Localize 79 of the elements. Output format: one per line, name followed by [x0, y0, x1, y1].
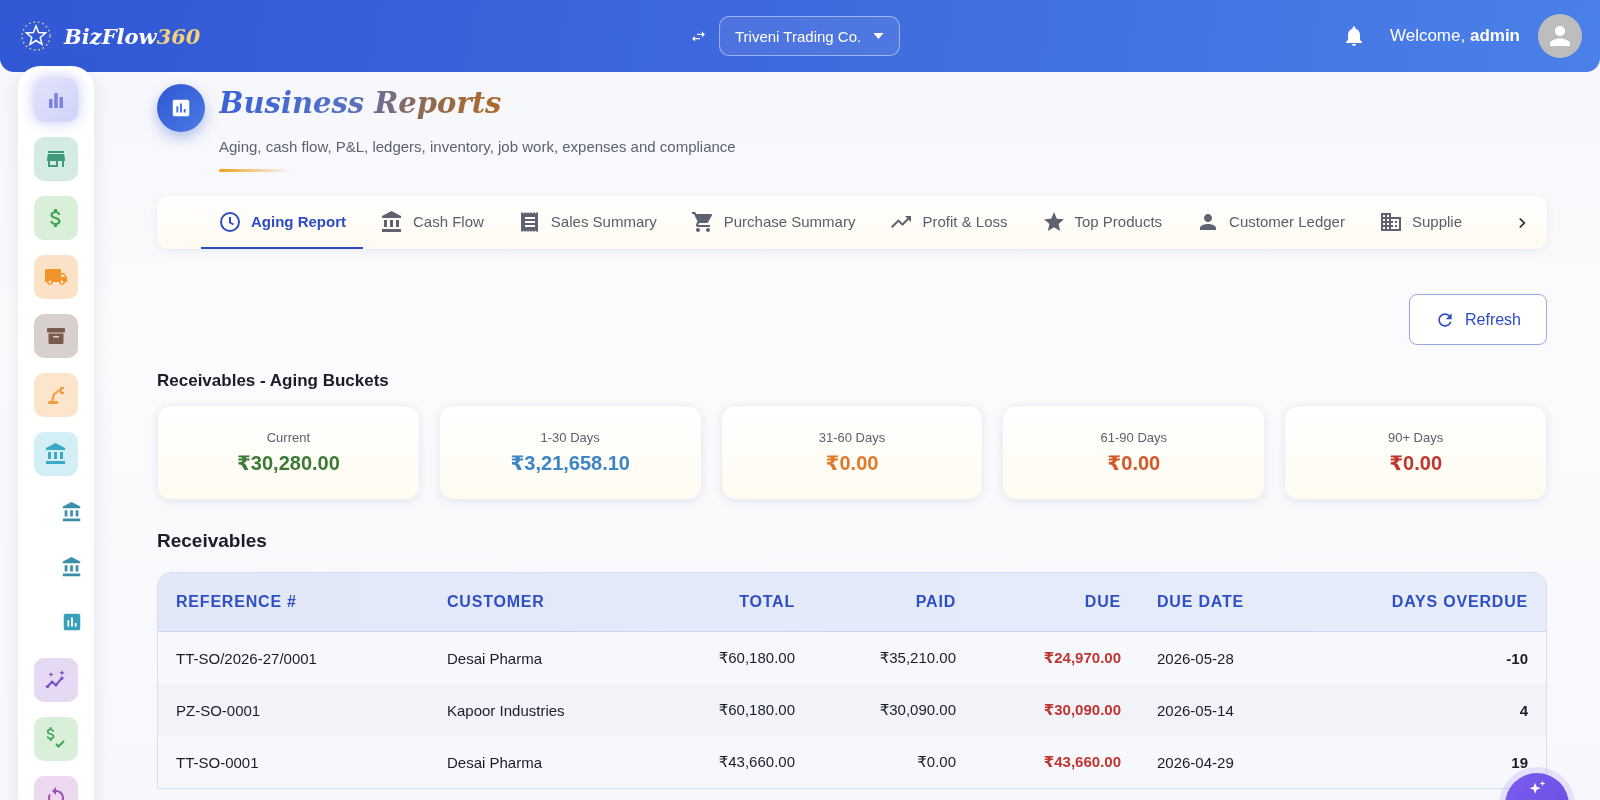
table-row[interactable]: PZ-SO-0001 Kapoor Industries ₹60,180.00 ₹30,090.00 ₹30,090.00 2026-05-14 4 — [158, 684, 1546, 736]
tab[interactable]: Purchase Summary — [673, 196, 873, 249]
column-header: REFERENCE # — [176, 593, 298, 611]
table-cell-text: ₹60,180.00 — [717, 649, 795, 667]
table-cell-text: -10 — [1505, 649, 1528, 667]
bank-icon — [380, 209, 404, 234]
table-cell-text: ₹35,210.00 — [878, 649, 956, 667]
table-cell-text: ₹30,090.00 — [1042, 701, 1121, 719]
table-cell-text: 2026-04-29 — [1156, 753, 1235, 771]
nav-item[interactable] — [61, 556, 83, 578]
table-cell-text: 2026-05-28 — [1156, 649, 1235, 667]
table-cell-text: 4 — [1518, 701, 1528, 719]
card-amount: ₹30,280.00 — [236, 451, 340, 475]
card-amount: ₹0.00 — [1107, 451, 1161, 475]
table-cell-text: ₹24,970.00 — [1042, 649, 1121, 667]
company-dropdown[interactable]: Triveni Trading Co. — [719, 16, 901, 56]
table-cell-text: TT-SO/2026-27/0001 — [176, 649, 318, 667]
table-cell-text: TT-SO-0001 — [176, 753, 260, 771]
nav-button[interactable] — [34, 314, 78, 358]
nav-button[interactable] — [34, 658, 78, 702]
cart-icon — [690, 209, 715, 234]
nav-button[interactable] — [34, 717, 78, 761]
card-amount: ₹0.00 — [825, 451, 879, 475]
dollar-check-icon — [44, 727, 68, 751]
nav-button[interactable] — [34, 78, 78, 122]
tab[interactable]: Top Products — [1024, 196, 1180, 249]
nav-button[interactable] — [34, 432, 78, 476]
user-avatar[interactable] — [1538, 14, 1582, 58]
refresh-button[interactable]: Refresh — [1409, 294, 1547, 345]
tab[interactable]: Aging Report — [201, 196, 363, 249]
tab[interactable]: Sales Summary — [500, 196, 674, 249]
tab[interactable]: Profit & Loss — [872, 196, 1025, 249]
nav-button[interactable] — [34, 137, 78, 181]
bank-icon — [44, 442, 68, 466]
card-label: 1-30 Days — [540, 430, 600, 445]
table-cell-text: PZ-SO-0001 — [176, 701, 262, 719]
table-cell-text: 19 — [1510, 753, 1528, 771]
table-cell-text: ₹43,660.00 — [717, 753, 795, 771]
column-header: DAYS OVERDUE — [1390, 593, 1528, 611]
table-cell-text: Desai Pharma — [447, 753, 544, 771]
table-cell-text: ₹30,090.00 — [878, 701, 956, 719]
card-label: 90+ Days — [1387, 430, 1444, 445]
table-cell-text: ₹43,660.00 — [1042, 753, 1121, 771]
bank-icon — [61, 501, 83, 523]
welcome-text: Welcome, admin — [1389, 26, 1520, 46]
tab[interactable]: Cash Flow — [363, 196, 501, 249]
table-row[interactable]: TT-SO/2026-27/0001 Desai Pharma ₹60,180.00 ₹35,210.00 ₹24,970.00 2026-05-28 -10 — [158, 632, 1546, 684]
table-row[interactable]: TT-SO-0001 Desai Pharma ₹43,660.00 ₹0.00 ₹43,660.00 2026-04-29 19 — [158, 736, 1546, 788]
card-amount: ₹0.00 — [1389, 451, 1442, 475]
card-label: 61-90 Days — [1100, 430, 1168, 445]
column-header: PAID — [914, 593, 956, 611]
table-cell-text: ₹0.00 — [916, 753, 956, 771]
chart-icon — [170, 97, 192, 119]
nav-item[interactable] — [61, 611, 83, 633]
table-cell-text: Desai Pharma — [447, 649, 544, 667]
star-logo-icon — [20, 20, 52, 52]
accent-bar — [219, 169, 291, 172]
page-subtitle: Aging, cash flow, P&L, ledgers, inventory, job work, expenses and compliance — [219, 138, 736, 155]
table-cell-text: Kapoor Industries — [447, 701, 566, 719]
chart-icon — [61, 611, 83, 633]
card-label: 31-60 Days — [818, 430, 886, 445]
tab[interactable]: Customer Ledger — [1179, 196, 1362, 249]
brand-logo: BizFlow360 — [64, 23, 201, 49]
table-cell-text: 2026-05-14 — [1156, 701, 1235, 719]
section-title: Receivables - Aging Buckets — [157, 371, 390, 391]
column-header: CUSTOMER — [447, 593, 546, 611]
table-cell-text: ₹60,180.00 — [717, 701, 795, 719]
card-label: Current — [266, 430, 311, 445]
column-header: TOTAL — [738, 593, 795, 611]
section-title: Receivables — [157, 530, 268, 552]
clock-icon — [218, 209, 242, 234]
caret-icon — [873, 33, 885, 39]
bank-icon — [61, 556, 83, 578]
card-amount: ₹3,21,658.10 — [510, 451, 630, 475]
tab[interactable]: Supplie — [1361, 196, 1479, 249]
column-header: DUE DATE — [1156, 593, 1245, 611]
nav-item[interactable] — [61, 501, 83, 523]
nav-button[interactable] — [34, 196, 78, 240]
column-header: DUE — [1083, 593, 1121, 611]
